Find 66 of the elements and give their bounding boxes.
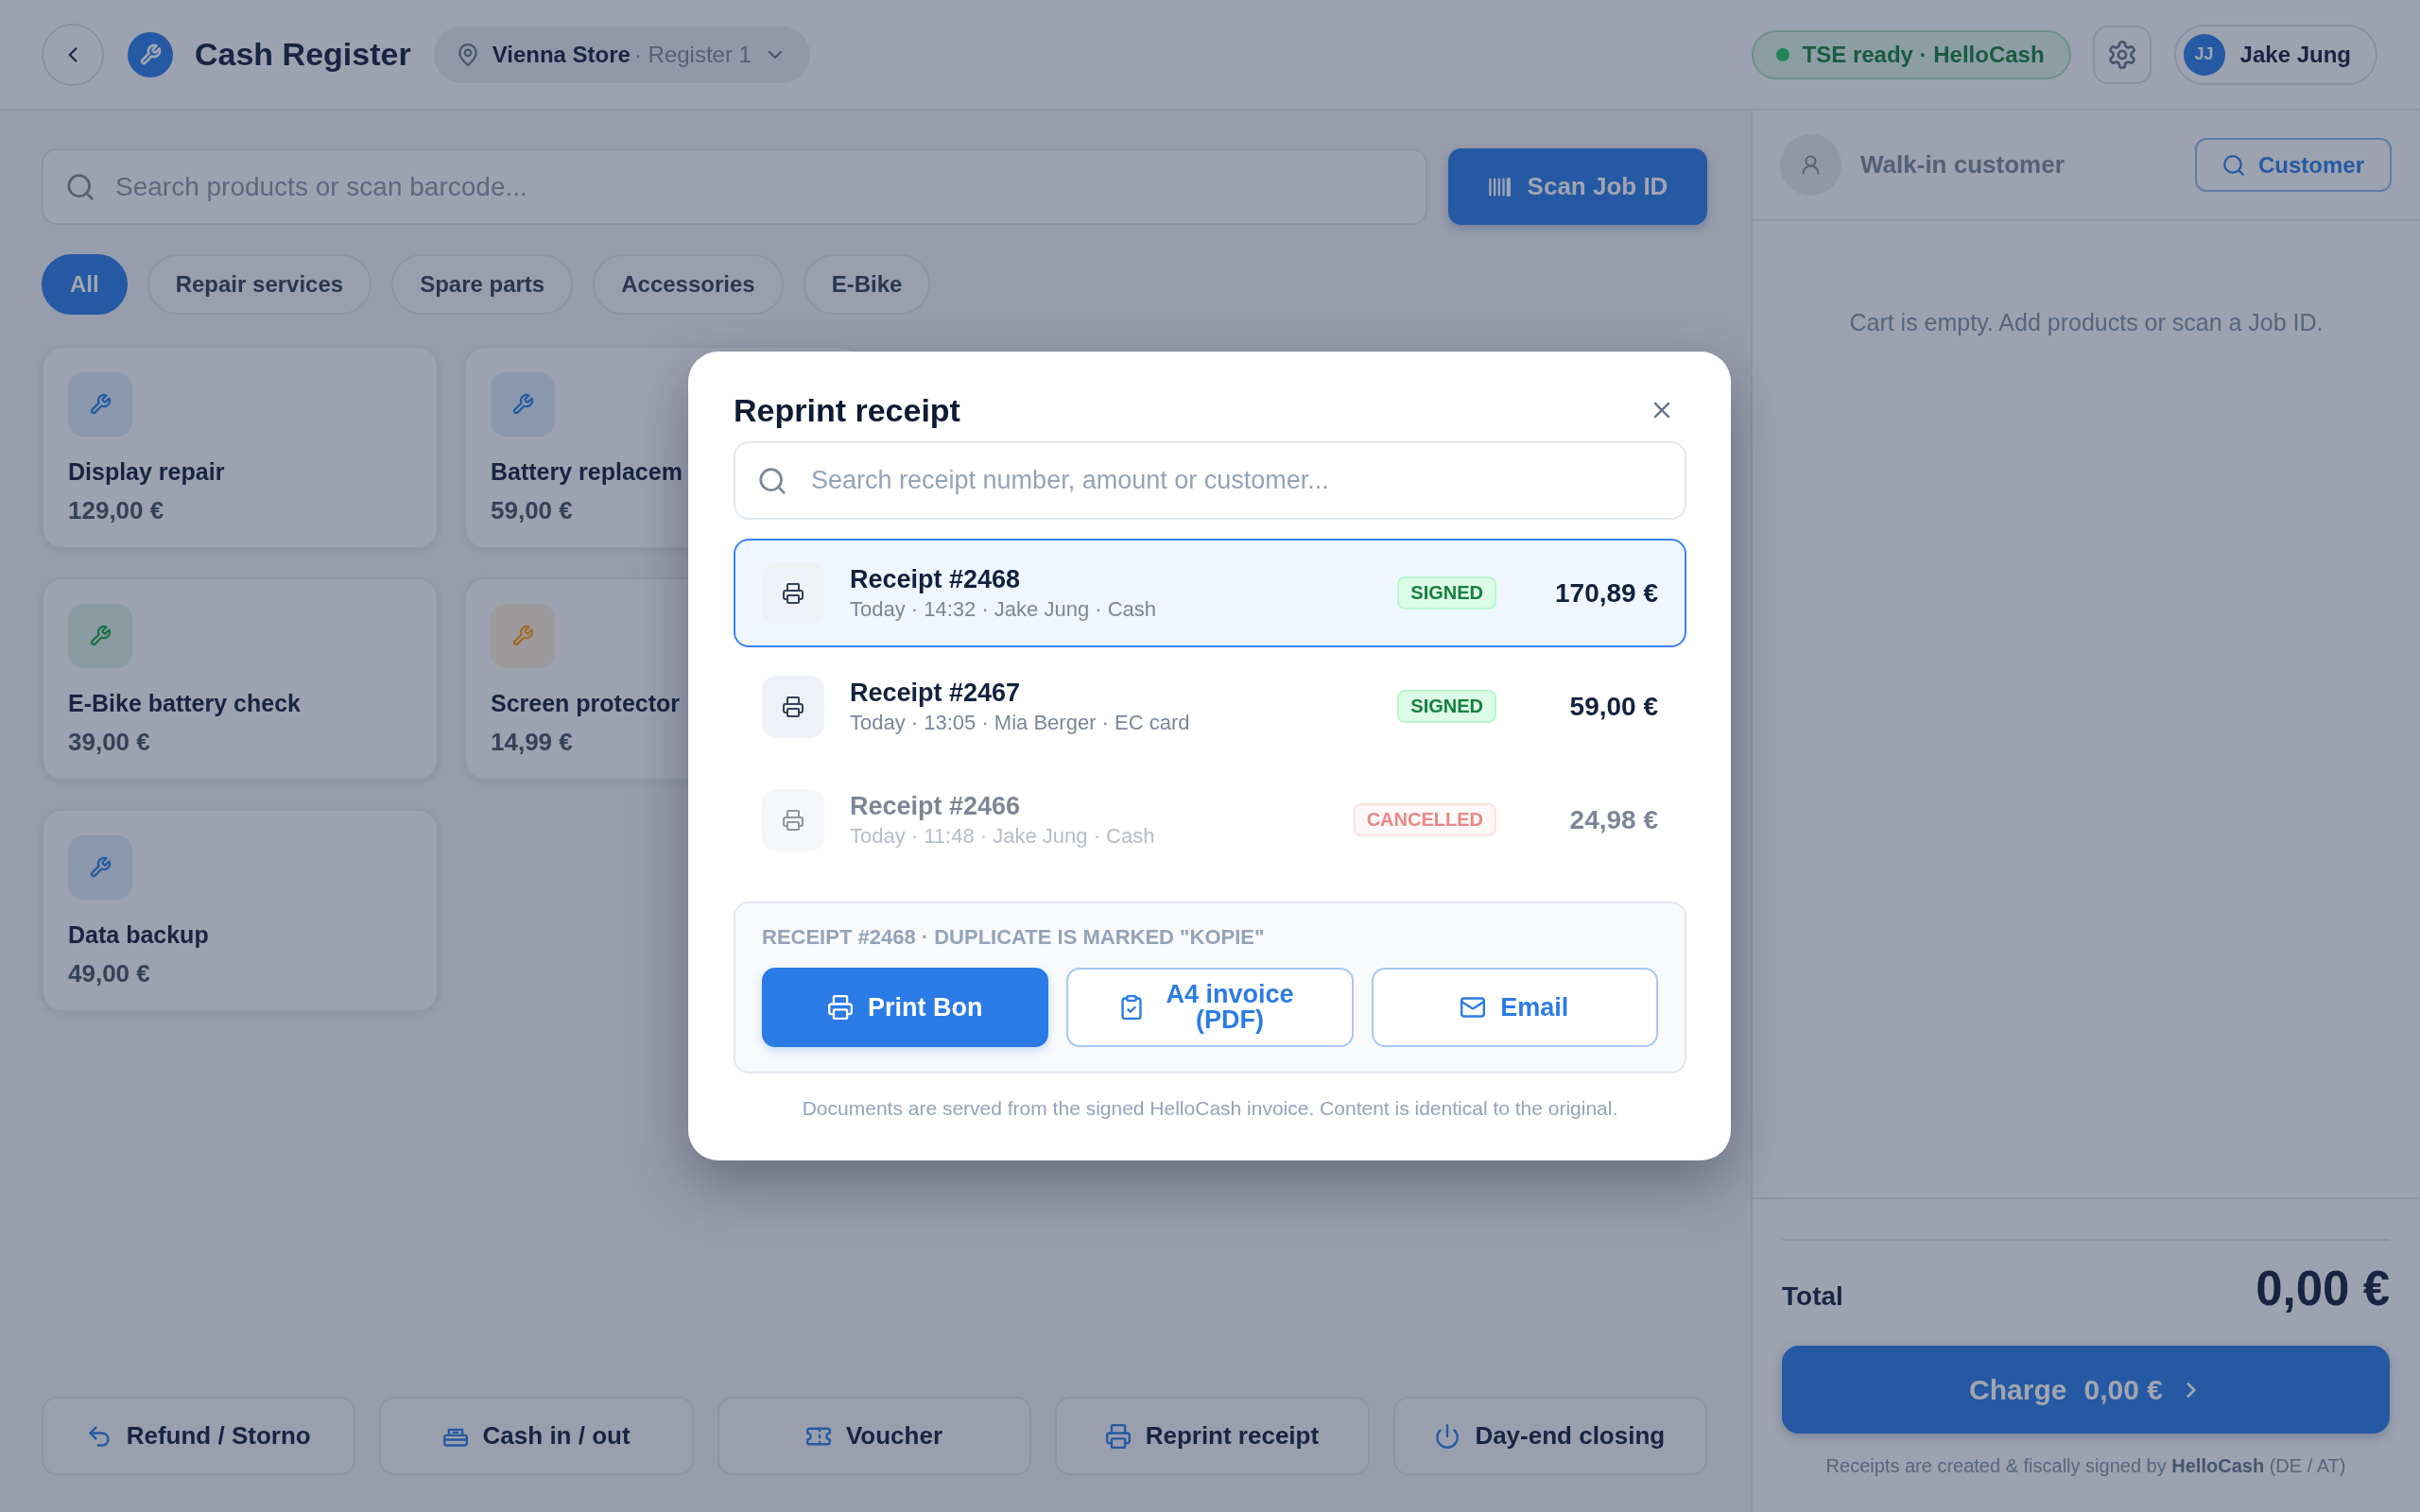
- duplicate-note: RECEIPT #2468 · DUPLICATE IS MARKED "KOPIE": [762, 926, 1266, 949]
- product-price: 49,00 €: [68, 959, 150, 988]
- empty-cart-message: Cart is empty. Add products or scan a Job ID.: [1848, 308, 2325, 336]
- receipt-status: CANCELLED: [1353, 803, 1496, 836]
- logo-icon: [128, 31, 173, 77]
- total-amount: 0,00 €: [2256, 1261, 2390, 1317]
- product-card[interactable]: E-Bike battery check 39,00 €: [42, 577, 439, 781]
- category-tab[interactable]: E-Bike: [803, 254, 931, 315]
- product-name: Data backup: [68, 920, 209, 949]
- mail-icon: [1461, 995, 1486, 1020]
- tse-status-label: TSE ready · HelloCash: [1802, 41, 2045, 68]
- person-icon: [1780, 134, 1841, 196]
- receipt-row[interactable]: Receipt #2468 Today · 14:32 · Jake Jung · Cash SIGNED 170,89 €: [734, 539, 1686, 647]
- product-name: Battery replacem: [491, 457, 683, 486]
- search-icon: [758, 466, 786, 495]
- dialog-note: Documents are served from the signed HelloCash invoice. Content is identical to the original.: [801, 1097, 1619, 1120]
- receipt-search-field[interactable]: Search receipt number, amount or customer...: [734, 441, 1686, 520]
- user-menu[interactable]: JJ Jake Jung: [2173, 24, 2377, 85]
- receipt-status: SIGNED: [1397, 576, 1496, 610]
- search-icon: [66, 172, 95, 201]
- undo-arrow-icon: [86, 1423, 112, 1449]
- fiscal-note: Receipts are created & fiscally signed by HelloCash (DE / AT): [1824, 1454, 2347, 1477]
- product-card[interactable]: Data backup 49,00 €: [42, 809, 439, 1012]
- category-tab[interactable]: Repair services: [147, 254, 372, 315]
- search-field[interactable]: Search products or scan barcode...: [42, 148, 1427, 225]
- user-avatar: JJ: [2183, 33, 2225, 76]
- receipt-amount: 59,00 €: [1568, 691, 1658, 722]
- category-tab[interactable]: Accessories: [593, 254, 784, 315]
- search-icon: [2221, 153, 2245, 177]
- receipt-amount: 170,89 €: [1554, 577, 1658, 609]
- product-name: E-Bike battery check: [68, 689, 301, 717]
- product-name: Screen protector: [491, 689, 681, 717]
- store-selector[interactable]: Vienna Store · Register 1: [433, 26, 810, 83]
- receipt-number: Receipt #2466: [850, 790, 1022, 821]
- status-dot-icon: [1775, 47, 1789, 61]
- printer-icon: [1105, 1423, 1131, 1449]
- product-price: 14,99 €: [491, 728, 573, 756]
- printer-icon: [762, 675, 824, 738]
- clipboard-check-icon: [1119, 995, 1144, 1020]
- product-price: 39,00 €: [68, 728, 150, 756]
- app-title: Cash Register: [195, 36, 411, 73]
- voucher-button[interactable]: Voucher: [717, 1397, 1032, 1475]
- customer-name: Walk-in customer: [1860, 150, 2066, 180]
- reprint-button[interactable]: Reprint receipt: [1055, 1397, 1370, 1475]
- product-price: 129,00 €: [68, 496, 164, 524]
- closing-button[interactable]: Day-end closing: [1392, 1397, 1707, 1475]
- location-pin-icon: [456, 43, 479, 66]
- category-tab[interactable]: Spare parts: [391, 254, 574, 315]
- total-label: Total: [1782, 1280, 1843, 1313]
- cash-button[interactable]: Cash in / out: [379, 1397, 694, 1475]
- receipt-amount: 24,98 €: [1568, 804, 1658, 835]
- product-card[interactable]: Display repair 129,00 €: [42, 346, 439, 549]
- receipt-status: SIGNED: [1397, 690, 1496, 723]
- product-price: 59,00 €: [491, 496, 573, 524]
- settings-button[interactable]: [2092, 25, 2152, 84]
- printer-icon: [827, 995, 853, 1020]
- settings-icon: [2107, 40, 2136, 69]
- refund-button[interactable]: Refund / Storno: [42, 1397, 356, 1475]
- receipt-details: Today · 11:48 · Jake Jung · Cash: [850, 822, 1156, 850]
- product-name: Display repair: [68, 457, 225, 486]
- email-button[interactable]: Email: [1371, 968, 1658, 1047]
- printer-icon: [762, 561, 824, 625]
- print-button[interactable]: Print Bon: [762, 968, 1049, 1047]
- printer-icon: [762, 788, 824, 851]
- invoice-button[interactable]: A4 invoice (PDF): [1066, 968, 1354, 1047]
- power-icon: [1435, 1423, 1461, 1449]
